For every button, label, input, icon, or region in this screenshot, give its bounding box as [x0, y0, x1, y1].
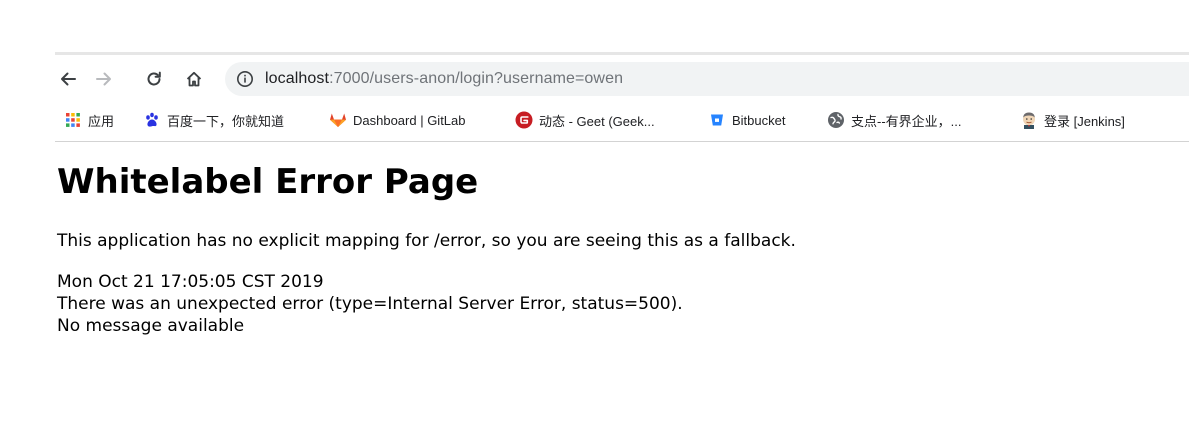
arrow-left-icon	[61, 72, 76, 86]
url-path: :7000/users-anon/login?username=owen	[329, 70, 624, 87]
globe-icon	[827, 111, 845, 129]
forward-button[interactable]	[91, 66, 117, 92]
bookmark-zhidian[interactable]: 支点--有界企业，...	[827, 106, 962, 134]
error-details: Mon Oct 21 17:05:05 CST 2019 There was a…	[57, 271, 1167, 337]
error-type-status: There was an unexpected error (type=Inte…	[57, 294, 683, 314]
gitee-g-icon	[515, 111, 533, 129]
bookmark-label: 百度一下，你就知道	[167, 113, 285, 129]
bookmark-label: Dashboard | GitLab	[353, 112, 466, 128]
back-button[interactable]	[55, 66, 81, 92]
url-text[interactable]: localhost:7000/users-anon/login?username…	[265, 70, 623, 88]
gitlab-fox-icon	[329, 111, 347, 129]
baidu-paw-icon	[143, 111, 161, 129]
bitbucket-icon	[708, 111, 726, 129]
bookmarks-bar: 应用 百度一下，你就知道 Dashboard | GitLab 动态 - Gee…	[55, 106, 1189, 134]
browser-chrome: localhost:7000/users-anon/login?username…	[55, 52, 1189, 144]
jenkins-icon	[1020, 111, 1038, 129]
bookmark-jenkins[interactable]: 登录 [Jenkins]	[1020, 106, 1125, 134]
bookmark-label: 登录 [Jenkins]	[1044, 113, 1125, 129]
info-icon[interactable]	[235, 69, 255, 89]
error-description: This application has no explicit mapping…	[57, 231, 796, 251]
bookmark-gitlab[interactable]: Dashboard | GitLab	[329, 106, 466, 134]
url-host: localhost	[265, 70, 330, 87]
error-message: No message available	[57, 316, 245, 336]
home-button[interactable]	[181, 66, 207, 92]
bookmark-bitbucket[interactable]: Bitbucket	[708, 106, 785, 134]
page-content: Whitelabel Error Page This application h…	[57, 160, 1167, 337]
error-timestamp: Mon Oct 21 17:05:05 CST 2019	[57, 272, 324, 292]
address-bar[interactable]: localhost:7000/users-anon/login?username…	[225, 62, 1189, 96]
bookmark-gitee[interactable]: 动态 - Geet (Geek...	[515, 106, 655, 134]
bookmark-label: Bitbucket	[732, 112, 786, 128]
bookmark-apps[interactable]: 应用	[64, 106, 114, 134]
bookmark-label: 动态 - Geet (Geek...	[539, 113, 655, 129]
apps-grid-icon	[64, 111, 82, 129]
bookmark-label: 支点--有界企业，...	[851, 113, 962, 129]
reload-icon	[147, 71, 161, 86]
home-icon	[186, 71, 202, 87]
bookmark-label: 应用	[88, 113, 115, 129]
reload-button[interactable]	[141, 66, 167, 92]
arrow-right-icon	[96, 72, 111, 86]
page-title: Whitelabel Error Page	[57, 162, 479, 202]
tab-strip-divider	[55, 52, 1189, 55]
bookmark-baidu[interactable]: 百度一下，你就知道	[143, 106, 284, 134]
toolbar-divider	[55, 141, 1189, 142]
navigation-bar: localhost:7000/users-anon/login?username…	[55, 62, 1189, 96]
